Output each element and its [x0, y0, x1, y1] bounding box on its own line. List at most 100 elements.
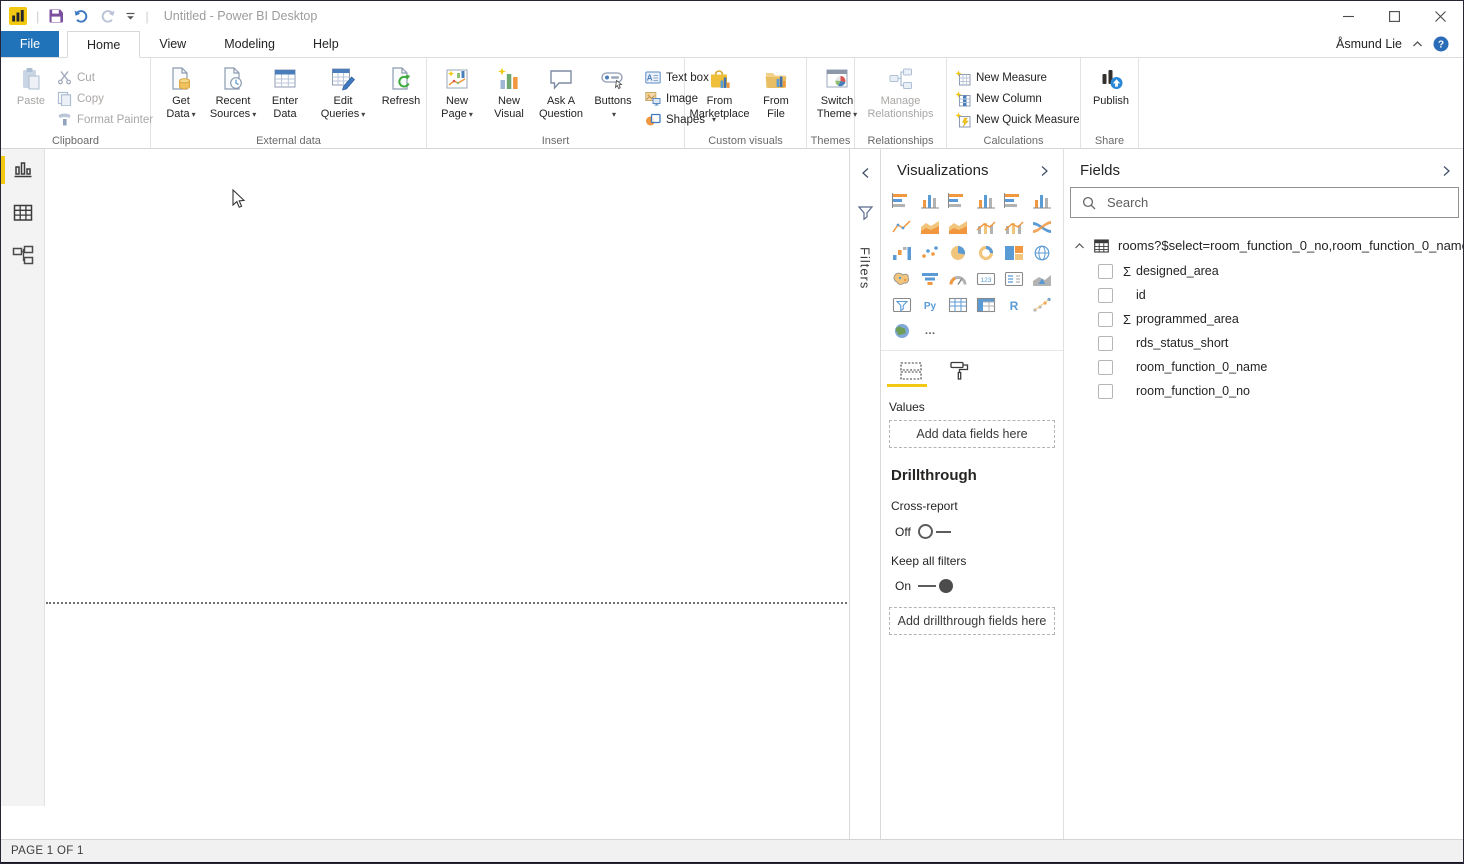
viz-scatter-chart-icon[interactable]: [917, 243, 943, 262]
tab-home[interactable]: Home: [67, 31, 140, 58]
ribbon-group-insert: New Page▾ New Visual Ask A Question Butt…: [427, 58, 685, 148]
buttons-button[interactable]: Buttons▾: [587, 63, 639, 121]
save-icon[interactable]: [48, 8, 64, 24]
viz-card-icon[interactable]: 123: [973, 269, 999, 288]
table-row[interactable]: rooms?$select=room_function_0_no,room_fu…: [1064, 238, 1464, 253]
viz-pie-chart-icon[interactable]: [945, 243, 971, 262]
data-view-icon[interactable]: [11, 201, 35, 225]
viz-hundred-percent-stacked-bar-chart-icon[interactable]: [1001, 191, 1027, 210]
viz-r-script-visual-icon[interactable]: R: [1001, 295, 1027, 314]
tab-modeling[interactable]: Modeling: [205, 31, 294, 57]
viz-line-and-stacked-column-chart-icon[interactable]: [973, 217, 999, 236]
tab-view[interactable]: View: [140, 31, 205, 57]
new-column-button[interactable]: New Column: [955, 90, 1080, 107]
maximize-icon[interactable]: [1371, 1, 1417, 31]
undo-icon[interactable]: [73, 8, 90, 24]
new-quick-measure-button[interactable]: New Quick Measure: [955, 111, 1080, 128]
field-checkbox[interactable]: [1098, 336, 1113, 351]
new-visual-icon: [496, 63, 522, 95]
viz-table-icon[interactable]: [945, 295, 971, 314]
viz-clustered-column-chart-icon[interactable]: [973, 191, 999, 210]
new-visual-button[interactable]: New Visual: [483, 63, 535, 121]
model-view-icon[interactable]: [11, 244, 35, 268]
collapse-visualizations-chevron-icon[interactable]: [1040, 165, 1049, 177]
field-row-programmed-area[interactable]: Σprogrammed_area: [1064, 307, 1464, 331]
field-checkbox[interactable]: [1098, 360, 1113, 375]
field-checkbox[interactable]: [1098, 264, 1113, 279]
cross-report-toggle[interactable]: Off: [895, 524, 1055, 539]
field-row-id[interactable]: id: [1064, 283, 1464, 307]
viz-waterfall-chart-icon[interactable]: [889, 243, 915, 262]
viz-stacked-bar-chart-icon[interactable]: [889, 191, 915, 210]
viz-stacked-column-chart-icon[interactable]: [917, 191, 943, 210]
ribbon-group-clipboard: Paste Cut Copy Format Painter Clipboard: [1, 58, 151, 148]
viz-slicer-icon[interactable]: [889, 295, 915, 314]
recent-sources-button[interactable]: Recent Sources▾: [207, 63, 259, 121]
cut-button[interactable]: Cut: [57, 69, 153, 86]
redo-icon[interactable]: [99, 8, 116, 24]
viz-donut-chart-icon[interactable]: [973, 243, 999, 262]
file-tab[interactable]: File: [1, 31, 59, 57]
quick-access-caret-icon[interactable]: [125, 11, 136, 21]
viz-multi-row-card-icon[interactable]: [1001, 269, 1027, 288]
edit-queries-button[interactable]: Edit Queries▾: [317, 63, 369, 121]
report-canvas[interactable]: [45, 149, 849, 806]
viz-ribbon-chart-icon[interactable]: [1029, 217, 1055, 236]
field-row-room-function-0-name[interactable]: room_function_0_name: [1064, 355, 1464, 379]
field-checkbox[interactable]: [1098, 288, 1113, 303]
account-chevron-icon[interactable]: [1412, 40, 1423, 48]
viz-python-visual-icon[interactable]: Py: [917, 295, 943, 314]
viz-hundred-percent-stacked-column-chart-icon[interactable]: [1029, 191, 1055, 210]
viz-arcgis-map-icon[interactable]: [889, 321, 915, 340]
viz-key-influencers-icon[interactable]: [1029, 295, 1055, 314]
from-file-button[interactable]: From File: [750, 63, 802, 121]
format-painter-icon: [57, 112, 72, 127]
viz-line-and-clustered-column-chart-icon[interactable]: [1001, 217, 1027, 236]
account-name[interactable]: Åsmund Lie: [1336, 37, 1402, 51]
report-view-icon[interactable]: [11, 158, 35, 182]
format-paint-roller-tab-icon[interactable]: [949, 360, 971, 390]
ask-a-question-button[interactable]: Ask A Question: [535, 63, 587, 121]
collapse-table-chevron-icon[interactable]: [1074, 242, 1085, 250]
expand-filters-chevron-icon[interactable]: [861, 167, 870, 179]
new-measure-button[interactable]: New Measure: [955, 69, 1080, 86]
help-icon[interactable]: ?: [1433, 36, 1449, 52]
viz-matrix-icon[interactable]: [973, 295, 999, 314]
copy-button[interactable]: Copy: [57, 90, 153, 107]
minimize-icon[interactable]: [1325, 1, 1371, 31]
viz-gauge-icon[interactable]: [945, 269, 971, 288]
viz-clustered-bar-chart-icon[interactable]: [945, 191, 971, 210]
manage-relationships-button[interactable]: Manage Relationships: [859, 63, 942, 121]
paste-button[interactable]: Paste: [5, 63, 57, 108]
search-input[interactable]: [1105, 194, 1458, 211]
viz-treemap-icon[interactable]: [1001, 243, 1027, 262]
keep-all-filters-toggle[interactable]: On: [895, 579, 1055, 593]
viz-map-icon[interactable]: [1029, 243, 1055, 262]
field-row-designed-area[interactable]: Σdesigned_area: [1064, 259, 1464, 283]
close-icon[interactable]: [1417, 1, 1463, 31]
get-data-button[interactable]: Get Data▾: [155, 63, 207, 121]
field-checkbox[interactable]: [1098, 384, 1113, 399]
field-row-room-function-0-no[interactable]: room_function_0_no: [1064, 379, 1464, 403]
collapse-fields-chevron-icon[interactable]: [1442, 165, 1451, 177]
enter-data-button[interactable]: Enter Data: [259, 63, 311, 121]
refresh-button[interactable]: Refresh: [375, 63, 427, 108]
viz-kpi-icon[interactable]: [1029, 269, 1055, 288]
format-painter-button[interactable]: Format Painter: [57, 111, 153, 128]
sigma-icon: Σ: [1118, 264, 1136, 279]
viz-filled-map-icon[interactable]: [889, 269, 915, 288]
viz-stacked-area-chart-icon[interactable]: [945, 217, 971, 236]
viz-area-chart-icon[interactable]: [917, 217, 943, 236]
add-drillthrough-fields-dropzone[interactable]: Add drillthrough fields here: [889, 607, 1055, 635]
viz-funnel-icon[interactable]: [917, 269, 943, 288]
viz-line-chart-icon[interactable]: [889, 217, 915, 236]
tab-help[interactable]: Help: [294, 31, 358, 57]
field-checkbox[interactable]: [1098, 312, 1113, 327]
viz-more-visuals-icon[interactable]: …: [917, 321, 943, 340]
add-data-fields-dropzone[interactable]: Add data fields here: [889, 420, 1055, 448]
from-marketplace-button[interactable]: From Marketplace: [689, 63, 750, 121]
new-page-button[interactable]: New Page▾: [431, 63, 483, 121]
from-marketplace-icon: [707, 63, 733, 95]
field-row-rds-status-short[interactable]: rds_status_short: [1064, 331, 1464, 355]
publish-button[interactable]: Publish: [1085, 63, 1137, 108]
